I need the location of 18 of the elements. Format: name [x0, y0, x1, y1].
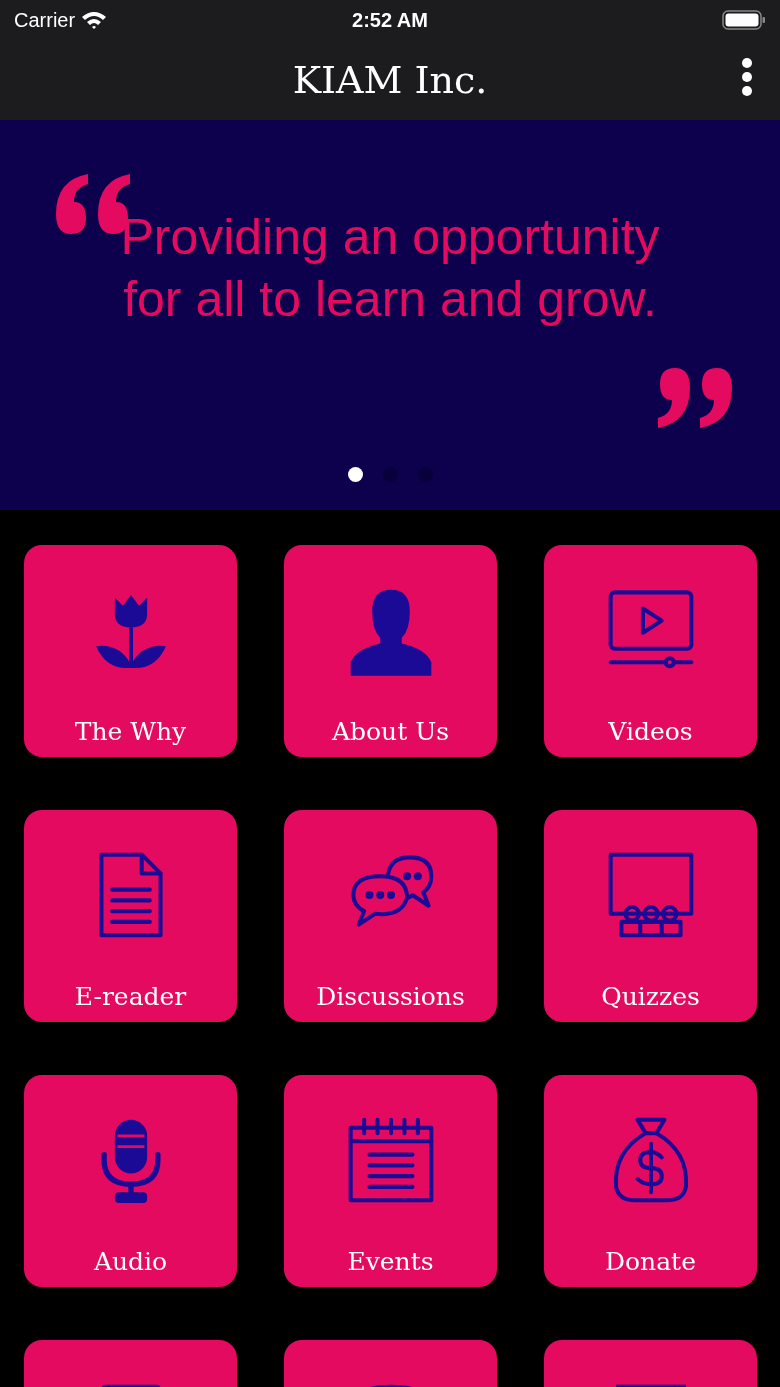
menu-tile[interactable]: Events — [284, 1075, 497, 1287]
menu-tile[interactable]: E-reader — [24, 810, 237, 1022]
carrier-label: Carrier — [14, 8, 76, 33]
classroom-screen-icon — [607, 852, 694, 938]
menu-tile[interactable]: Donate — [544, 1075, 757, 1287]
menu-tile[interactable]: Videos — [544, 545, 757, 757]
calendar-icon — [347, 1117, 434, 1203]
menu-tile[interactable]: About Us — [284, 545, 497, 757]
battery-icon — [722, 9, 766, 31]
menu-tile[interactable]: The Why — [24, 545, 237, 757]
status-time: 2:52 AM — [351, 8, 429, 33]
menu-tile[interactable]: Discussions — [284, 810, 497, 1022]
quote-text: Providing an opportunity for all to learn and grow. — [119, 208, 661, 329]
wifi-icon — [81, 10, 108, 30]
menu-tile[interactable]: Quizzes — [544, 810, 757, 1022]
app-title: KIAM Inc. — [292, 56, 488, 104]
more-menu-icon[interactable] — [740, 56, 754, 98]
menu-tile[interactable]: Audio — [24, 1075, 237, 1287]
